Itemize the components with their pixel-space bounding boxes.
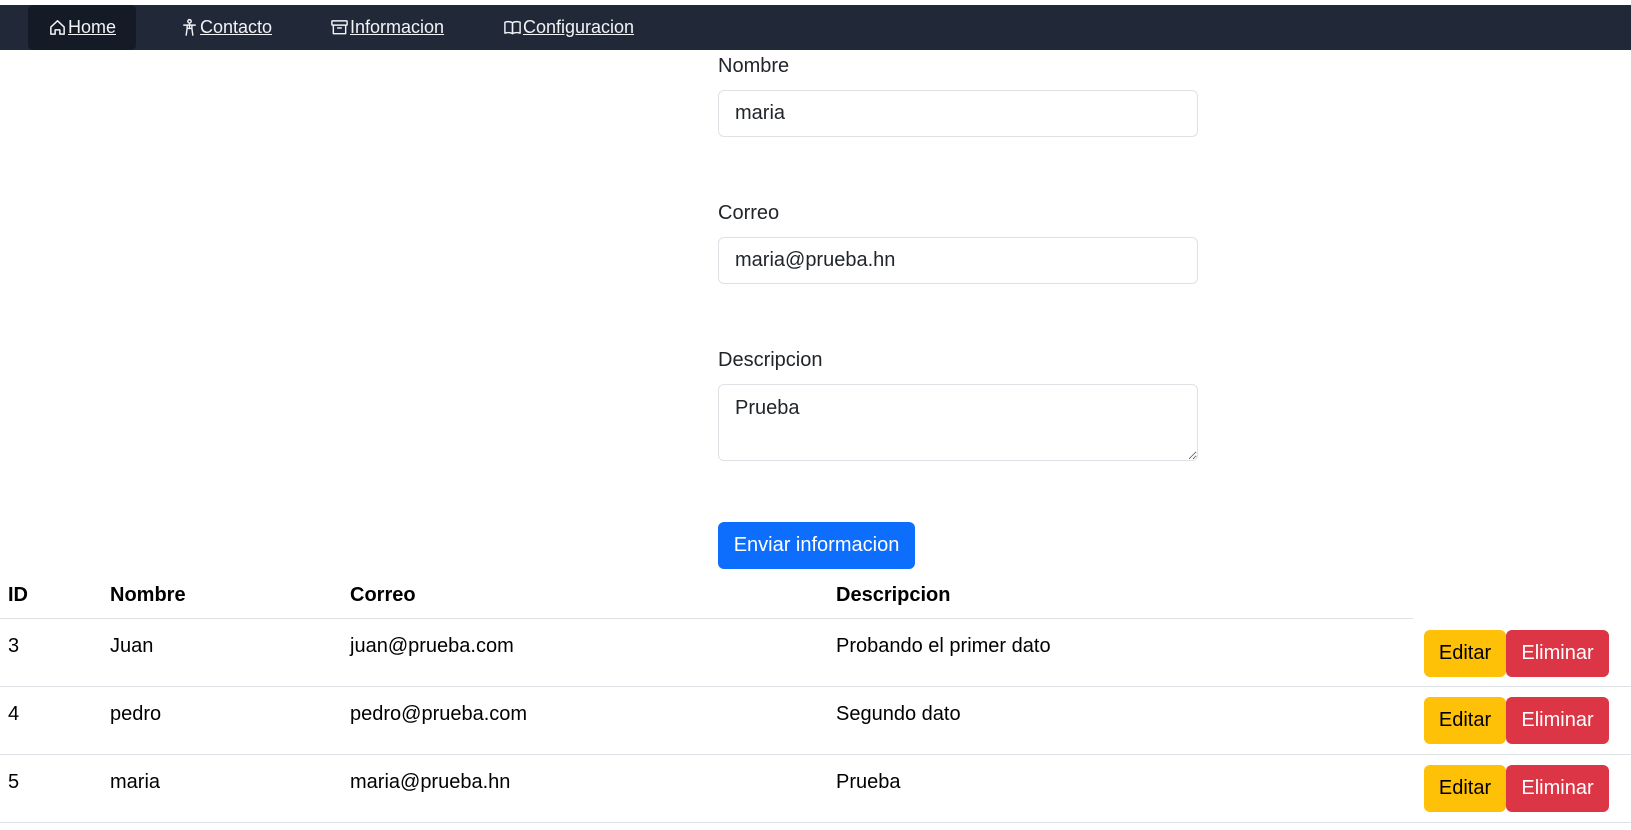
cell-id: 5	[8, 771, 20, 793]
eliminar-button[interactable]: Eliminar	[1506, 765, 1609, 812]
row-divider	[0, 822, 1631, 823]
header-nombre: Nombre	[110, 584, 186, 606]
header-id: ID	[8, 584, 28, 606]
cell-nombre: pedro	[110, 703, 162, 725]
eliminar-button[interactable]: Eliminar	[1506, 630, 1609, 677]
editar-button[interactable]: Editar	[1424, 630, 1506, 677]
row-divider	[0, 618, 1413, 619]
nombre-input[interactable]	[718, 90, 1198, 137]
row-divider	[0, 686, 1631, 687]
nav-contacto-label: Contacto	[200, 17, 273, 37]
person-icon	[183, 18, 196, 36]
cell-nombre: Juan	[110, 635, 154, 657]
nav-contacto[interactable]: Contacto	[180, 5, 272, 50]
cell-descripcion: Probando el primer dato	[836, 635, 1051, 657]
cell-correo: pedro@prueba.com	[350, 703, 528, 725]
cell-descripcion: Segundo dato	[836, 703, 961, 725]
nav-configuracion-label: Configuracion	[523, 17, 635, 37]
header-descripcion: Descripcion	[836, 584, 951, 606]
editar-button[interactable]: Editar	[1424, 765, 1506, 812]
header-correo: Correo	[350, 584, 416, 606]
cell-nombre: maria	[110, 771, 161, 793]
editar-button[interactable]: Editar	[1424, 697, 1506, 744]
cell-id: 3	[8, 635, 20, 657]
descripcion-textarea[interactable]: Prueba	[718, 384, 1198, 461]
nav-informacion[interactable]: Informacion	[330, 5, 444, 50]
nombre-label: Nombre	[718, 55, 790, 77]
book-icon	[504, 20, 521, 35]
nav-configuracion[interactable]: Configuracion	[503, 5, 634, 50]
descripcion-label: Descripcion	[718, 349, 823, 371]
row-divider	[0, 754, 1631, 755]
cell-correo: juan@prueba.com	[350, 635, 514, 657]
archive-icon	[331, 20, 348, 35]
nav-informacion-label: Informacion	[350, 17, 445, 37]
correo-label: Correo	[718, 202, 780, 224]
enviar-informacion-button[interactable]: Enviar informacion	[718, 522, 915, 569]
eliminar-button[interactable]: Eliminar	[1506, 697, 1609, 744]
nav-home-label: Home	[68, 17, 117, 37]
cell-descripcion: Prueba	[836, 771, 901, 793]
cell-correo: maria@prueba.hn	[350, 771, 511, 793]
cell-id: 4	[8, 703, 20, 725]
navbar: Home Contacto Informacion Configuracion	[0, 5, 1631, 50]
nav-home[interactable]: Home	[28, 5, 137, 50]
correo-input[interactable]	[718, 237, 1198, 284]
home-icon	[50, 20, 65, 35]
